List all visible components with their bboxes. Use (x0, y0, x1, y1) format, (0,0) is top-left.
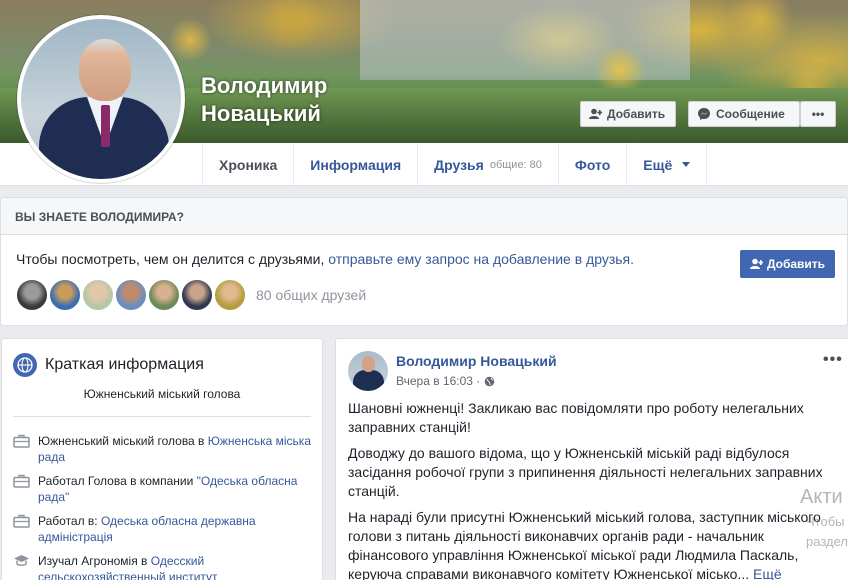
mutual-friend-avatar[interactable] (115, 279, 147, 311)
post-author-name[interactable]: Володимир Новацький (396, 353, 557, 369)
profile-last-name: Новацький (201, 101, 321, 126)
intro-item-prefix: Работал Голова в компании (38, 474, 197, 488)
tab-photos[interactable]: Фото (559, 143, 628, 186)
intro-item-text: Работал Голова в компании "Одеська облас… (38, 473, 313, 505)
post-paragraph-text: На нараді були присутні Южненський міськ… (348, 509, 821, 580)
mutual-friends-count[interactable]: 80 общих друзей (256, 287, 366, 303)
send-request-link[interactable]: отправьте ему запрос на добавление в дру… (328, 251, 634, 267)
mutual-friends-row: 80 общих друзей (16, 279, 366, 311)
know-person-card: ВЫ ЗНАЕТЕ ВОЛОДИМИРА? Чтобы посмотреть, … (0, 197, 848, 326)
know-text: Чтобы посмотреть, чем он делится с друзь… (16, 251, 325, 267)
post-paragraph: Доводжу до вашого відома, що у Южненські… (348, 445, 823, 499)
add-friend-button[interactable]: Добавить (580, 101, 676, 127)
tab-timeline[interactable]: Хроника (202, 143, 295, 186)
message-label: Сообщение (716, 107, 785, 121)
mutual-friend-avatar[interactable] (214, 279, 246, 311)
add-friend-icon (589, 108, 602, 119)
mutual-friends-badge: общие: 80 (489, 158, 542, 171)
post-avatar-suit (353, 370, 384, 391)
post-body: Шановні южненці! Закликаю вас повідомлят… (348, 399, 833, 580)
post-author-avatar[interactable] (348, 351, 388, 391)
briefcase-icon (13, 434, 30, 448)
intro-item-education: Изучал Агрономія в Одесский сельскохозяй… (13, 553, 313, 580)
message-button[interactable]: Сообщение (688, 101, 800, 127)
post-timestamp[interactable]: Вчера в 16:03 · (396, 374, 495, 388)
add-friend-label: Добавить (607, 107, 666, 121)
briefcase-icon (13, 514, 30, 528)
intro-title: Краткая информация (13, 353, 204, 377)
intro-bio: Южненський міський голова (83, 387, 241, 401)
tab-more[interactable]: Ещё (627, 143, 708, 186)
post-paragraph: На нараді були присутні Южненський міськ… (348, 508, 833, 580)
briefcase-icon (13, 474, 30, 488)
graduation-cap-icon (14, 555, 29, 566)
intro-item-prefix: Изучал Агрономія в (38, 554, 151, 568)
mutual-friend-avatar[interactable] (181, 279, 213, 311)
more-options-button[interactable]: ••• (800, 101, 836, 127)
messenger-icon (698, 108, 710, 120)
mutual-friend-avatar[interactable] (148, 279, 180, 311)
mutual-friend-avatar[interactable] (82, 279, 114, 311)
tab-more-label: Ещё (643, 156, 673, 173)
intro-item-prefix: Работал в: (38, 514, 101, 528)
globe-icon (485, 376, 495, 386)
watermark-line: Чтобы (806, 514, 845, 529)
watermark-line: раздел (806, 534, 848, 549)
intro-item-text: Изучал Агрономія в Одесский сельскохозяй… (38, 553, 313, 580)
more-options-icon: ••• (811, 107, 825, 121)
intro-item-prefix: Южненський міський голова в (38, 434, 208, 448)
intro-divider (13, 416, 311, 417)
globe-icon (13, 353, 37, 377)
profile-name[interactable]: Володимир Новацький (201, 72, 327, 128)
photo-head (79, 39, 131, 101)
know-description: Чтобы посмотреть, чем он делится с друзь… (16, 251, 634, 267)
tab-photos-label: Фото (574, 156, 611, 173)
intro-item-work: Южненський міський голова в Южненська мі… (13, 433, 313, 465)
tab-friends[interactable]: Друзья общие: 80 (418, 143, 559, 186)
see-more-link[interactable]: Ещё (753, 566, 782, 580)
windows-activation-subtext: Чтобы раздел (806, 512, 848, 552)
intro-card: Краткая информация Южненський міський го… (1, 338, 323, 580)
profile-avatar[interactable] (17, 15, 185, 183)
profile-first-name: Володимир (201, 73, 328, 98)
post-avatar-head (362, 356, 375, 372)
tab-friends-label: Друзья (434, 156, 484, 173)
mutual-friend-avatar[interactable] (49, 279, 81, 311)
intro-item-work: Работал в: Одеська обласна державна адмі… (13, 513, 313, 545)
tab-about-label: Информация (310, 156, 402, 173)
photo-tie (101, 105, 110, 147)
timeline-post: Володимир Новацький Вчера в 16:03 · ••• … (335, 338, 848, 580)
intro-item-work: Работал Голова в компании "Одеська облас… (13, 473, 313, 505)
mutual-friend-avatar[interactable] (16, 279, 48, 311)
add-friend-primary-label: Добавить (766, 257, 826, 271)
chevron-down-icon (682, 162, 691, 167)
post-time-text: Вчера в 16:03 · (396, 374, 481, 388)
post-paragraph: Шановні южненці! Закликаю вас повідомлят… (348, 400, 804, 435)
intro-item-text: Работал в: Одеська обласна державна адмі… (38, 513, 313, 545)
intro-title-text: Краткая информация (45, 356, 204, 373)
tab-about[interactable]: Информация (294, 143, 419, 186)
profile-photo (21, 19, 181, 179)
add-friend-primary-button[interactable]: Добавить (740, 250, 835, 278)
windows-activation-watermark: Акти (800, 486, 843, 508)
know-header: ВЫ ЗНАЕТЕ ВОЛОДИМИРА? (1, 198, 847, 235)
intro-item-text: Южненський міський голова в Южненська мі… (38, 433, 313, 465)
post-options-icon[interactable]: ••• (823, 351, 843, 369)
add-friend-icon (749, 258, 763, 269)
tab-timeline-label: Хроника (219, 156, 278, 173)
